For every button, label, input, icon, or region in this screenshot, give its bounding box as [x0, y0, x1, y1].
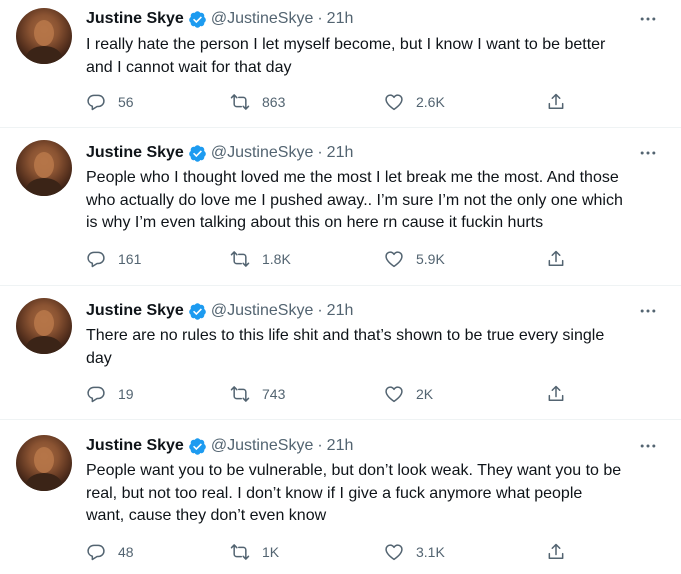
separator-dot: · — [317, 144, 323, 161]
retweet-icon — [230, 94, 250, 110]
author-name[interactable]: Justine Skye — [86, 302, 184, 320]
reply-count: 161 — [118, 251, 142, 267]
tweet-timestamp[interactable]: 21h — [327, 437, 354, 455]
reply-icon — [87, 251, 105, 268]
reply-button[interactable]: 161 — [86, 247, 141, 271]
tweet-actions: 161 1.8K 5.9K — [86, 247, 586, 271]
retweet-count: 743 — [262, 386, 286, 402]
retweet-count: 1K — [262, 544, 280, 560]
verified-badge-icon — [189, 437, 206, 455]
like-count: 2.6K — [416, 94, 445, 110]
retweet-button[interactable]: 1.8K — [230, 247, 291, 271]
tweet-text: I really hate the person I let myself be… — [86, 34, 661, 79]
retweet-button[interactable]: 1K — [230, 540, 279, 564]
like-button[interactable]: 5.9K — [384, 247, 445, 271]
share-icon — [548, 385, 564, 401]
avatar[interactable] — [16, 298, 72, 354]
reply-button[interactable]: 56 — [86, 90, 134, 114]
reply-count: 19 — [118, 386, 134, 402]
verified-badge-icon — [189, 144, 206, 162]
reply-count: 48 — [118, 544, 134, 560]
retweet-count: 1.8K — [262, 251, 291, 267]
more-options-icon[interactable] — [636, 9, 660, 29]
more-options-icon[interactable] — [636, 301, 660, 321]
retweet-icon — [230, 386, 250, 402]
share-icon — [548, 250, 564, 266]
verified-badge-icon — [189, 302, 206, 320]
tweet-text-line: and I cannot wait for that day — [86, 58, 292, 76]
tweet-text-line: There are no rules to this life shit and… — [86, 327, 605, 344]
author-name[interactable]: Justine Skye — [86, 144, 184, 162]
tweet-timestamp[interactable]: 21h — [327, 302, 354, 320]
author-name[interactable]: Justine Skye — [86, 10, 184, 28]
tweet[interactable]: Justine Skye @JustineSkye · 21h I really… — [0, 0, 681, 128]
tweet-text-line: day — [86, 349, 112, 367]
reply-icon — [87, 544, 105, 561]
like-count: 2K — [416, 386, 434, 402]
tweet-actions: 48 1K 3.1K — [86, 540, 586, 564]
separator-dot: · — [317, 10, 323, 27]
tweet-text-line: who actually do love me I pushed away.. … — [86, 191, 623, 209]
tweet-text: People want you to be vulnerable, but do… — [86, 460, 661, 528]
reply-icon — [87, 386, 105, 403]
more-options-icon[interactable] — [636, 143, 660, 163]
tweet-header: Justine Skye @JustineSkye · 21h — [86, 300, 353, 322]
tweet-timestamp[interactable]: 21h — [327, 10, 354, 28]
tweet-text-line: People want you to be vulnerable, but do… — [86, 462, 622, 479]
separator-dot: · — [317, 437, 323, 454]
like-icon — [385, 386, 403, 403]
retweet-button[interactable]: 743 — [230, 382, 285, 406]
share-button[interactable] — [546, 540, 566, 564]
share-icon — [548, 93, 564, 109]
tweet-text-line: is why I’m even talking about this on he… — [86, 214, 544, 231]
verified-badge-icon — [189, 10, 206, 28]
like-icon — [385, 251, 403, 268]
tweet-text-line: real, but not too real. I don’t know if … — [86, 484, 583, 502]
reply-icon — [87, 94, 105, 111]
tweet[interactable]: Justine Skye @JustineSkye · 21h People w… — [0, 128, 681, 286]
tweet-text: There are no rules to this life shit and… — [86, 325, 661, 370]
retweet-icon — [230, 544, 250, 560]
author-handle[interactable]: @JustineSkye — [211, 437, 314, 455]
avatar[interactable] — [16, 140, 72, 196]
tweet-header: Justine Skye @JustineSkye · 21h — [86, 8, 353, 30]
tweet-actions: 56 863 2.6K — [86, 90, 586, 114]
share-button[interactable] — [546, 382, 566, 406]
like-button[interactable]: 2K — [384, 382, 433, 406]
like-count: 5.9K — [416, 251, 445, 267]
author-handle[interactable]: @JustineSkye — [211, 302, 314, 320]
tweet-actions: 19 743 2K — [86, 382, 586, 406]
tweet-text: People who I thought loved me the most I… — [86, 167, 661, 235]
like-count: 3.1K — [416, 544, 445, 560]
tweet[interactable]: Justine Skye @JustineSkye · 21h People w… — [0, 420, 681, 574]
tweet-header: Justine Skye @JustineSkye · 21h — [86, 142, 353, 164]
like-button[interactable]: 3.1K — [384, 540, 445, 564]
reply-count: 56 — [118, 94, 134, 110]
tweet[interactable]: Justine Skye @JustineSkye · 21h There ar… — [0, 286, 681, 420]
author-name[interactable]: Justine Skye — [86, 437, 184, 455]
reply-button[interactable]: 48 — [86, 540, 134, 564]
retweet-button[interactable]: 863 — [230, 90, 285, 114]
separator-dot: · — [317, 302, 323, 319]
share-button[interactable] — [546, 247, 566, 271]
tweet-text-line: People who I thought loved me the most I… — [86, 169, 619, 186]
tweet-header: Justine Skye @JustineSkye · 21h — [86, 435, 353, 457]
retweet-count: 863 — [262, 94, 286, 110]
tweet-text-line: want, cause they don’t even know — [86, 507, 327, 524]
author-handle[interactable]: @JustineSkye — [211, 144, 314, 162]
avatar[interactable] — [16, 435, 72, 491]
like-icon — [385, 94, 403, 111]
tweet-text-line: I really hate the person I let myself be… — [86, 36, 606, 53]
like-button[interactable]: 2.6K — [384, 90, 445, 114]
share-icon — [548, 543, 564, 559]
reply-button[interactable]: 19 — [86, 382, 134, 406]
more-options-icon[interactable] — [636, 436, 660, 456]
author-handle[interactable]: @JustineSkye — [211, 10, 314, 28]
retweet-icon — [230, 251, 250, 267]
share-button[interactable] — [546, 90, 566, 114]
like-icon — [385, 544, 403, 561]
avatar[interactable] — [16, 8, 72, 64]
tweet-timestamp[interactable]: 21h — [327, 144, 354, 162]
